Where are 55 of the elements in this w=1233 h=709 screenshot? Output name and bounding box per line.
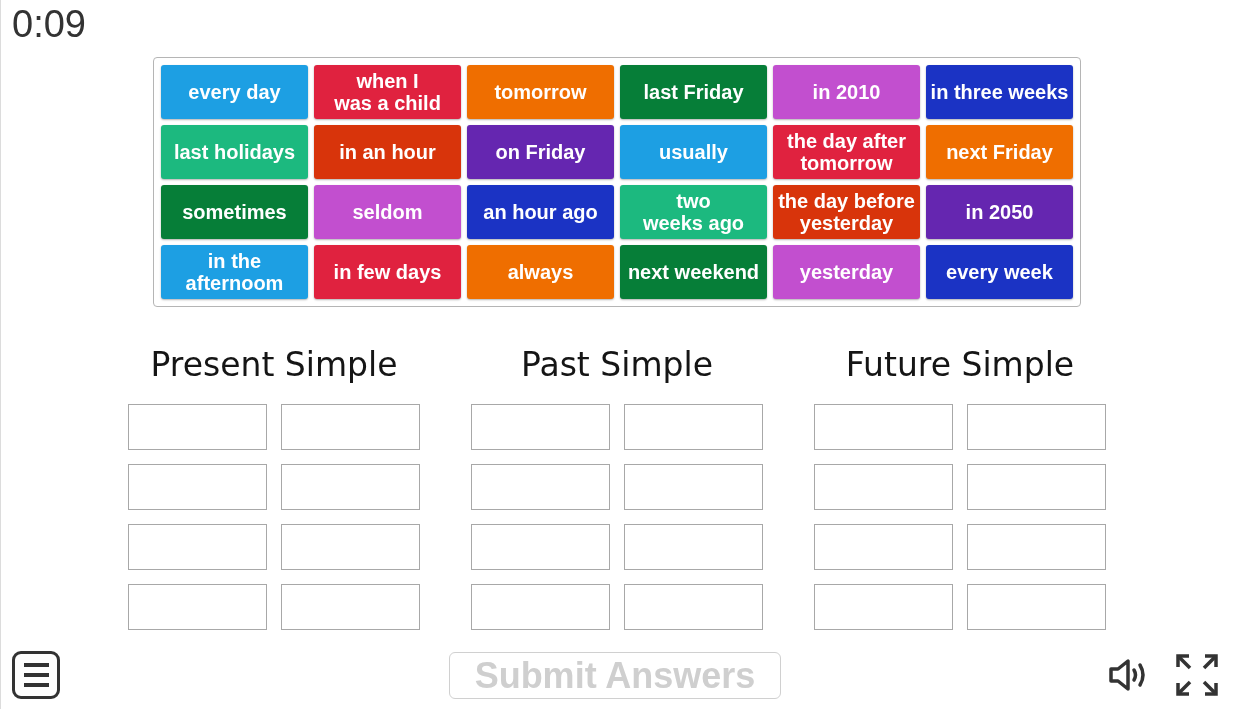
answer-box[interactable] — [814, 584, 953, 630]
fullscreen-icon[interactable] — [1176, 654, 1218, 696]
phrase-tile[interactable]: every week — [926, 245, 1073, 299]
phrase-tile[interactable]: when I was a child — [314, 65, 461, 119]
phrase-tile[interactable]: usually — [620, 125, 767, 179]
timer-text: 0:09 — [12, 2, 86, 46]
category-heading: Present Simple — [150, 345, 398, 385]
answer-box[interactable] — [967, 404, 1106, 450]
answer-box[interactable] — [128, 464, 267, 510]
menu-icon — [23, 663, 49, 687]
phrase-tile[interactable]: the day after tomorrow — [773, 125, 920, 179]
phrase-tile[interactable]: two weeks ago — [620, 185, 767, 239]
answer-box[interactable] — [128, 404, 267, 450]
answer-box[interactable] — [128, 584, 267, 630]
phrase-tile[interactable]: in 2010 — [773, 65, 920, 119]
answer-box[interactable] — [624, 404, 763, 450]
phrase-tile[interactable]: next weekend — [620, 245, 767, 299]
phrase-tile[interactable]: last holidays — [161, 125, 308, 179]
answer-box[interactable] — [624, 464, 763, 510]
phrase-tile[interactable]: in few days — [314, 245, 461, 299]
answer-box[interactable] — [281, 464, 420, 510]
answer-box[interactable] — [281, 404, 420, 450]
answer-box[interactable] — [471, 404, 610, 450]
answer-box[interactable] — [471, 524, 610, 570]
answer-box[interactable] — [128, 524, 267, 570]
answer-box[interactable] — [814, 404, 953, 450]
answer-box[interactable] — [814, 524, 953, 570]
answer-box[interactable] — [814, 464, 953, 510]
menu-button[interactable] — [12, 651, 60, 699]
phrase-tile[interactable]: the day before yesterday — [773, 185, 920, 239]
answer-box[interactable] — [967, 524, 1106, 570]
category-heading: Future Simple — [845, 345, 1075, 385]
phrase-tile[interactable]: always — [467, 245, 614, 299]
answer-box[interactable] — [281, 524, 420, 570]
phrase-tile[interactable]: next Friday — [926, 125, 1073, 179]
phrase-tile[interactable]: last Friday — [620, 65, 767, 119]
answer-box[interactable] — [471, 464, 610, 510]
answer-box[interactable] — [624, 584, 763, 630]
phrase-tile[interactable]: on Friday — [467, 125, 614, 179]
phrase-tile[interactable]: yesterday — [773, 245, 920, 299]
phrase-tile[interactable]: tomorrow — [467, 65, 614, 119]
answer-box[interactable] — [471, 584, 610, 630]
phrase-tile[interactable]: sometimes — [161, 185, 308, 239]
phrase-tile[interactable]: an hour ago — [467, 185, 614, 239]
answer-box[interactable] — [281, 584, 420, 630]
phrase-tile[interactable]: seldom — [314, 185, 461, 239]
answer-box[interactable] — [624, 524, 763, 570]
phrase-tile[interactable]: in the afternoom — [161, 245, 308, 299]
phrase-tile[interactable]: in an hour — [314, 125, 461, 179]
answer-box[interactable] — [967, 584, 1106, 630]
answer-box[interactable] — [967, 464, 1106, 510]
category-heading: Past Simple — [521, 345, 713, 385]
phrase-tile[interactable]: in 2050 — [926, 185, 1073, 239]
phrase-tile[interactable]: every day — [161, 65, 308, 119]
phrase-tile[interactable]: in three weeks — [926, 65, 1073, 119]
